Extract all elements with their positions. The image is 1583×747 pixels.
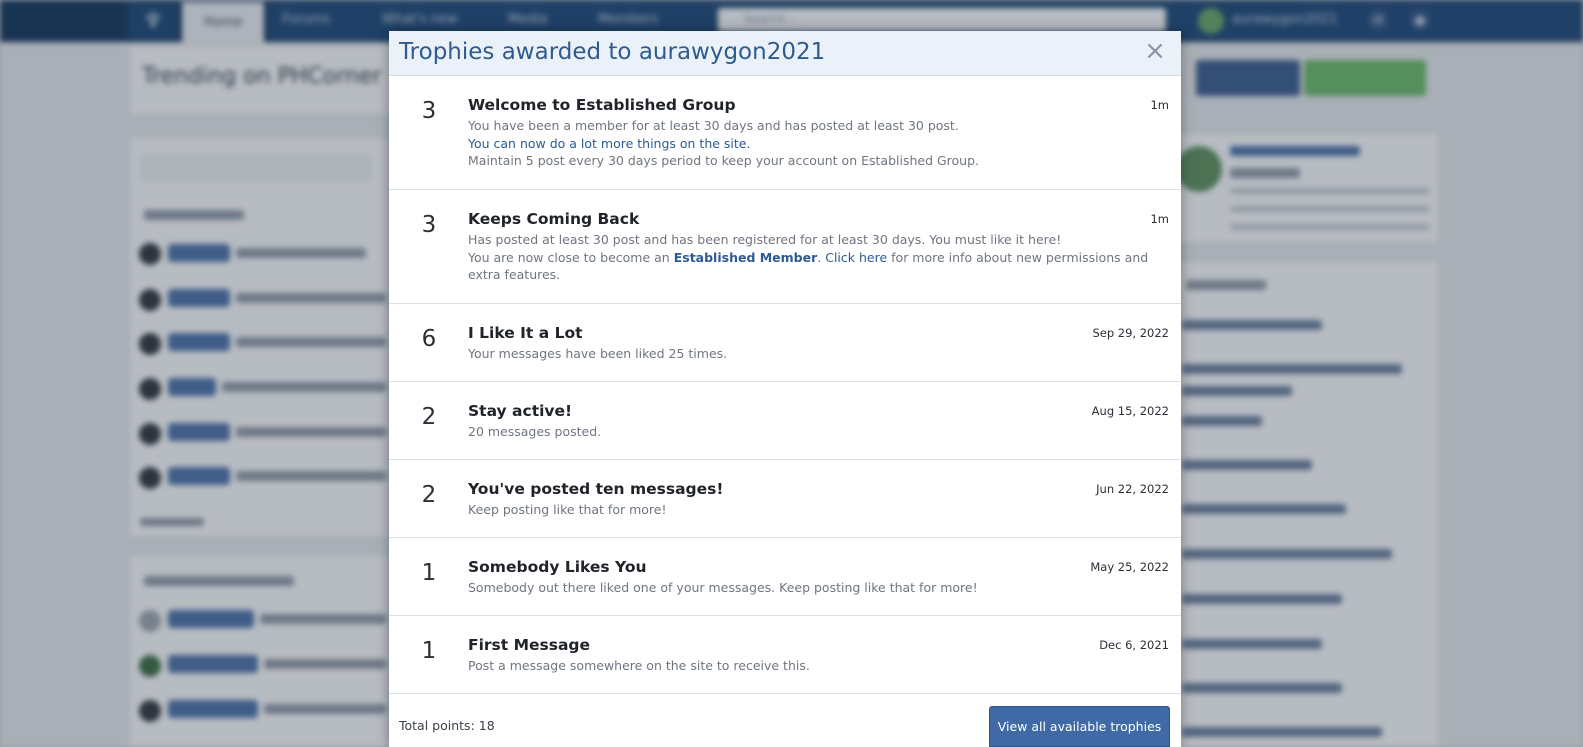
trophy-desc-line: Maintain 5 post every 30 days period to … xyxy=(468,153,980,168)
view-all-trophies-button[interactable]: View all available trophies xyxy=(989,706,1170,747)
trophy-date: Jun 22, 2022 xyxy=(1096,482,1169,496)
click-here-link[interactable]: Click here xyxy=(825,250,887,265)
trophy-description: Post a message somewhere on the site to … xyxy=(468,658,810,673)
trophy-description: Keep posting like that for more! xyxy=(468,502,667,517)
trophy-description: Has posted at least 30 post and has been… xyxy=(468,231,1158,284)
trophy-points: 3 xyxy=(421,98,437,124)
trophy-title: Welcome to Established Group xyxy=(468,96,736,114)
trophy-title: Somebody Likes You xyxy=(468,558,647,576)
trophy-date: 1m xyxy=(1150,212,1169,226)
trophy-date: 1m xyxy=(1150,98,1169,112)
trophy-points: 1 xyxy=(421,560,437,586)
trophy-desc-line: You are now close to become an Establish… xyxy=(468,249,1158,284)
trophy-points: 1 xyxy=(421,638,437,664)
trophy-row: 1 Somebody Likes You May 25, 2022 Somebo… xyxy=(389,538,1181,616)
trophy-row: 3 Keeps Coming Back 1m Has posted at lea… xyxy=(389,190,1181,304)
trophy-description: Somebody out there liked one of your mes… xyxy=(468,580,978,595)
trophy-date: Dec 6, 2021 xyxy=(1099,638,1169,652)
trophy-title: I Like It a Lot xyxy=(468,324,583,342)
trophy-row: 2 You've posted ten messages! Jun 22, 20… xyxy=(389,460,1181,538)
modal-footer: Total points: 18 View all available trop… xyxy=(389,696,1181,747)
trophy-date: Aug 15, 2022 xyxy=(1091,404,1169,418)
trophy-desc-highlight: You can now do a lot more things on the … xyxy=(468,135,751,151)
trophy-description: 20 messages posted. xyxy=(468,424,602,439)
trophy-date: May 25, 2022 xyxy=(1090,560,1169,574)
trophy-date: Sep 29, 2022 xyxy=(1092,326,1169,340)
trophy-title: You've posted ten messages! xyxy=(468,480,724,498)
trophy-title: Stay active! xyxy=(468,402,573,420)
trophy-title: Keeps Coming Back xyxy=(468,210,640,228)
total-points: Total points: 18 xyxy=(399,718,495,733)
trophy-row: 2 Stay active! Aug 15, 2022 20 messages … xyxy=(389,382,1181,460)
trophy-points: 2 xyxy=(421,482,437,508)
established-member-link[interactable]: Established Member xyxy=(674,250,818,265)
trophy-description: You have been a member for at least 30 d… xyxy=(468,117,1158,170)
trophy-points: 6 xyxy=(421,326,437,352)
close-icon[interactable]: × xyxy=(1143,37,1167,65)
trophy-list: 3 Welcome to Established Group 1m You ha… xyxy=(389,76,1181,694)
trophy-row: 6 I Like It a Lot Sep 29, 2022 Your mess… xyxy=(389,304,1181,382)
modal-title: Trophies awarded to aurawygon2021 xyxy=(399,39,826,65)
trophy-row: 1 First Message Dec 6, 2021 Post a messa… xyxy=(389,616,1181,694)
modal-header: Trophies awarded to aurawygon2021 × xyxy=(389,31,1181,76)
trophy-desc-line: You have been a member for at least 30 d… xyxy=(468,118,959,133)
trophy-title: First Message xyxy=(468,636,591,654)
trophy-description: Your messages have been liked 25 times. xyxy=(468,346,728,361)
trophy-desc-text: You are now close to become an xyxy=(468,249,674,265)
trophy-points: 2 xyxy=(421,404,437,430)
trophy-points: 3 xyxy=(421,212,437,238)
trophies-modal: Trophies awarded to aurawygon2021 × 3 We… xyxy=(389,31,1181,747)
trophy-desc-line: Has posted at least 30 post and has been… xyxy=(468,232,1062,247)
trophy-row: 3 Welcome to Established Group 1m You ha… xyxy=(389,76,1181,190)
